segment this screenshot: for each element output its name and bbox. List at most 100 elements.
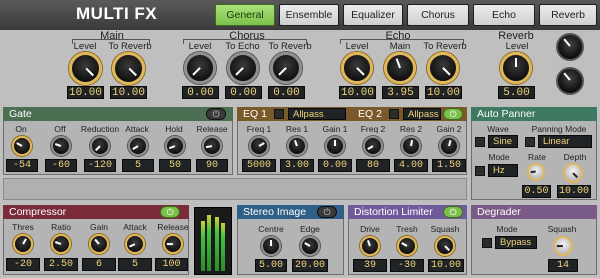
autopanner-mode-select[interactable]: Hz [488,164,518,177]
main-level-value[interactable]: 10.00 [67,86,104,99]
eq-power-button[interactable]: ⏻ [443,108,463,120]
gate-off-value[interactable]: -60 [45,159,77,172]
meter-bar-left-2 [207,215,211,271]
autopanner-wave-select[interactable]: Sine [488,135,518,148]
chorus-reverb-value[interactable]: 0.00 [268,86,305,99]
autopanner-depth-knob[interactable] [563,163,583,183]
echo-main-label: Main [389,41,411,52]
compressor-release-knob[interactable] [163,234,183,254]
autopanner-depth-value[interactable]: 10.00 [557,185,591,198]
tab-reverb[interactable]: Reverb [539,4,597,26]
distortion-squash-value[interactable]: 10.00 [428,259,464,272]
distortion-drive-value[interactable]: 39 [353,259,387,272]
reverb-extra-knob-2[interactable] [556,67,584,95]
eq1-mode-select[interactable]: Allpass [288,108,346,120]
chorus-level-value[interactable]: 0.00 [182,86,219,99]
reverb-level-knob[interactable] [500,52,532,84]
chorus-echo-knob[interactable] [227,52,259,84]
distortion-drive-knob[interactable] [360,236,380,256]
distortion-squash-knob[interactable] [435,236,455,256]
degrader-squash-knob[interactable] [553,236,573,256]
gate-on-knob[interactable] [12,136,32,156]
degrader-mode-checkbox[interactable] [482,238,492,248]
echo-level-value[interactable]: 10.00 [339,86,376,99]
eq-gain2-knob[interactable] [439,136,459,156]
compressor-power-button[interactable]: ⏻ [160,206,180,218]
gate-attack-value[interactable]: 5 [122,159,154,172]
autopanner-rate-knob[interactable] [527,163,545,181]
compressor-ratio-knob[interactable] [51,234,71,254]
tab-equalizer[interactable]: Equalizer [343,4,403,26]
echo-reverb-value[interactable]: 10.00 [425,86,462,99]
reverb-level-value[interactable]: 5.00 [498,86,535,99]
distortion-power-button[interactable]: ⏻ [443,206,463,218]
main-reverb-knob[interactable] [112,52,145,85]
gate-reduction-knob[interactable] [90,136,110,156]
compressor-thres-knob[interactable] [13,234,33,254]
distortion-title: Distortion Limiter [354,206,433,218]
tab-ensemble[interactable]: Ensemble [279,4,339,26]
eq-res2-knob[interactable] [401,136,421,156]
echo-reverb-label: To Reverb [423,41,467,52]
eq-freq2-value[interactable]: 80 [356,159,390,172]
autopanner-wave-checkbox[interactable] [475,137,485,147]
compressor-attack-label: Attack [123,222,147,232]
eq-res2-value[interactable]: 4.00 [394,159,428,172]
degrader-mode-select[interactable]: Bypass [495,236,537,249]
autopanner-panning-select[interactable]: Linear [538,135,592,148]
gate-hold-knob[interactable] [165,136,185,156]
chorus-level-knob[interactable] [184,52,216,84]
eq-res1-knob[interactable] [287,136,307,156]
compressor-thres-value[interactable]: -20 [6,258,40,271]
gate-off-knob[interactable] [51,136,71,156]
autopanner-panning-checkbox[interactable] [525,137,535,147]
stereo-centre-value[interactable]: 5.00 [255,259,287,272]
compressor-attack-value[interactable]: 5 [118,258,152,271]
eq-freq1-value[interactable]: 5000 [242,159,276,172]
eq2-checkbox[interactable] [389,109,399,119]
echo-main-knob[interactable] [384,52,416,84]
tab-chorus[interactable]: Chorus [407,4,469,26]
autopanner-mode-checkbox[interactable] [475,166,485,176]
eq-freq2-knob[interactable] [363,136,383,156]
gate-on-value[interactable]: -54 [6,159,38,172]
gate-reduction-value[interactable]: -120 [84,159,116,172]
chorus-reverb-knob[interactable] [270,52,302,84]
main-level-knob[interactable] [69,52,102,85]
eq-gain1-value[interactable]: 0.00 [318,159,352,172]
stereo-power-button[interactable]: ⏻ [317,206,337,218]
tab-echo[interactable]: Echo [473,4,535,26]
distortion-tresh-value[interactable]: -30 [390,259,424,272]
gate-release-knob[interactable] [202,136,222,156]
eq1-checkbox[interactable] [274,109,284,119]
gate-hold-value[interactable]: 50 [159,159,191,172]
eq-res1-value[interactable]: 3.00 [280,159,314,172]
gate-attack-knob[interactable] [128,136,148,156]
gate-power-button[interactable]: ⏻ [206,108,226,120]
echo-main-value[interactable]: 3.95 [382,86,419,99]
main-reverb-value[interactable]: 10.00 [110,86,147,99]
stereo-edge-value[interactable]: 20.00 [292,259,328,272]
eq-gain1-knob[interactable] [325,136,345,156]
distortion-tresh-knob[interactable] [397,236,417,256]
eq2-mode-select[interactable]: Allpass [403,108,441,120]
compressor-gain-knob[interactable] [89,234,109,254]
stereo-edge-knob[interactable] [300,236,320,256]
autopanner-rate-value[interactable]: 0.50 [522,185,551,198]
compressor-gain-value[interactable]: 6 [82,258,116,271]
reverb-extra-knob-1[interactable] [556,33,584,61]
echo-reverb-knob[interactable] [427,52,459,84]
compressor-attack-knob[interactable] [125,234,145,254]
gate-release-value[interactable]: 90 [196,159,228,172]
chorus-echo-value[interactable]: 0.00 [225,86,262,99]
echo-level-knob[interactable] [341,52,373,84]
degrader-squash-value[interactable]: 14 [548,259,578,272]
stereo-centre-knob[interactable] [261,236,281,256]
eq-gain2-value[interactable]: 1.50 [432,159,466,172]
compressor-release-value[interactable]: 100 [155,258,188,271]
eq-freq1-knob[interactable] [249,136,269,156]
compressor-ratio-value[interactable]: 2.50 [44,258,78,271]
gate-title: Gate [9,108,32,120]
reverb-level-label: Level [505,41,529,52]
tab-general[interactable]: General [215,4,275,26]
